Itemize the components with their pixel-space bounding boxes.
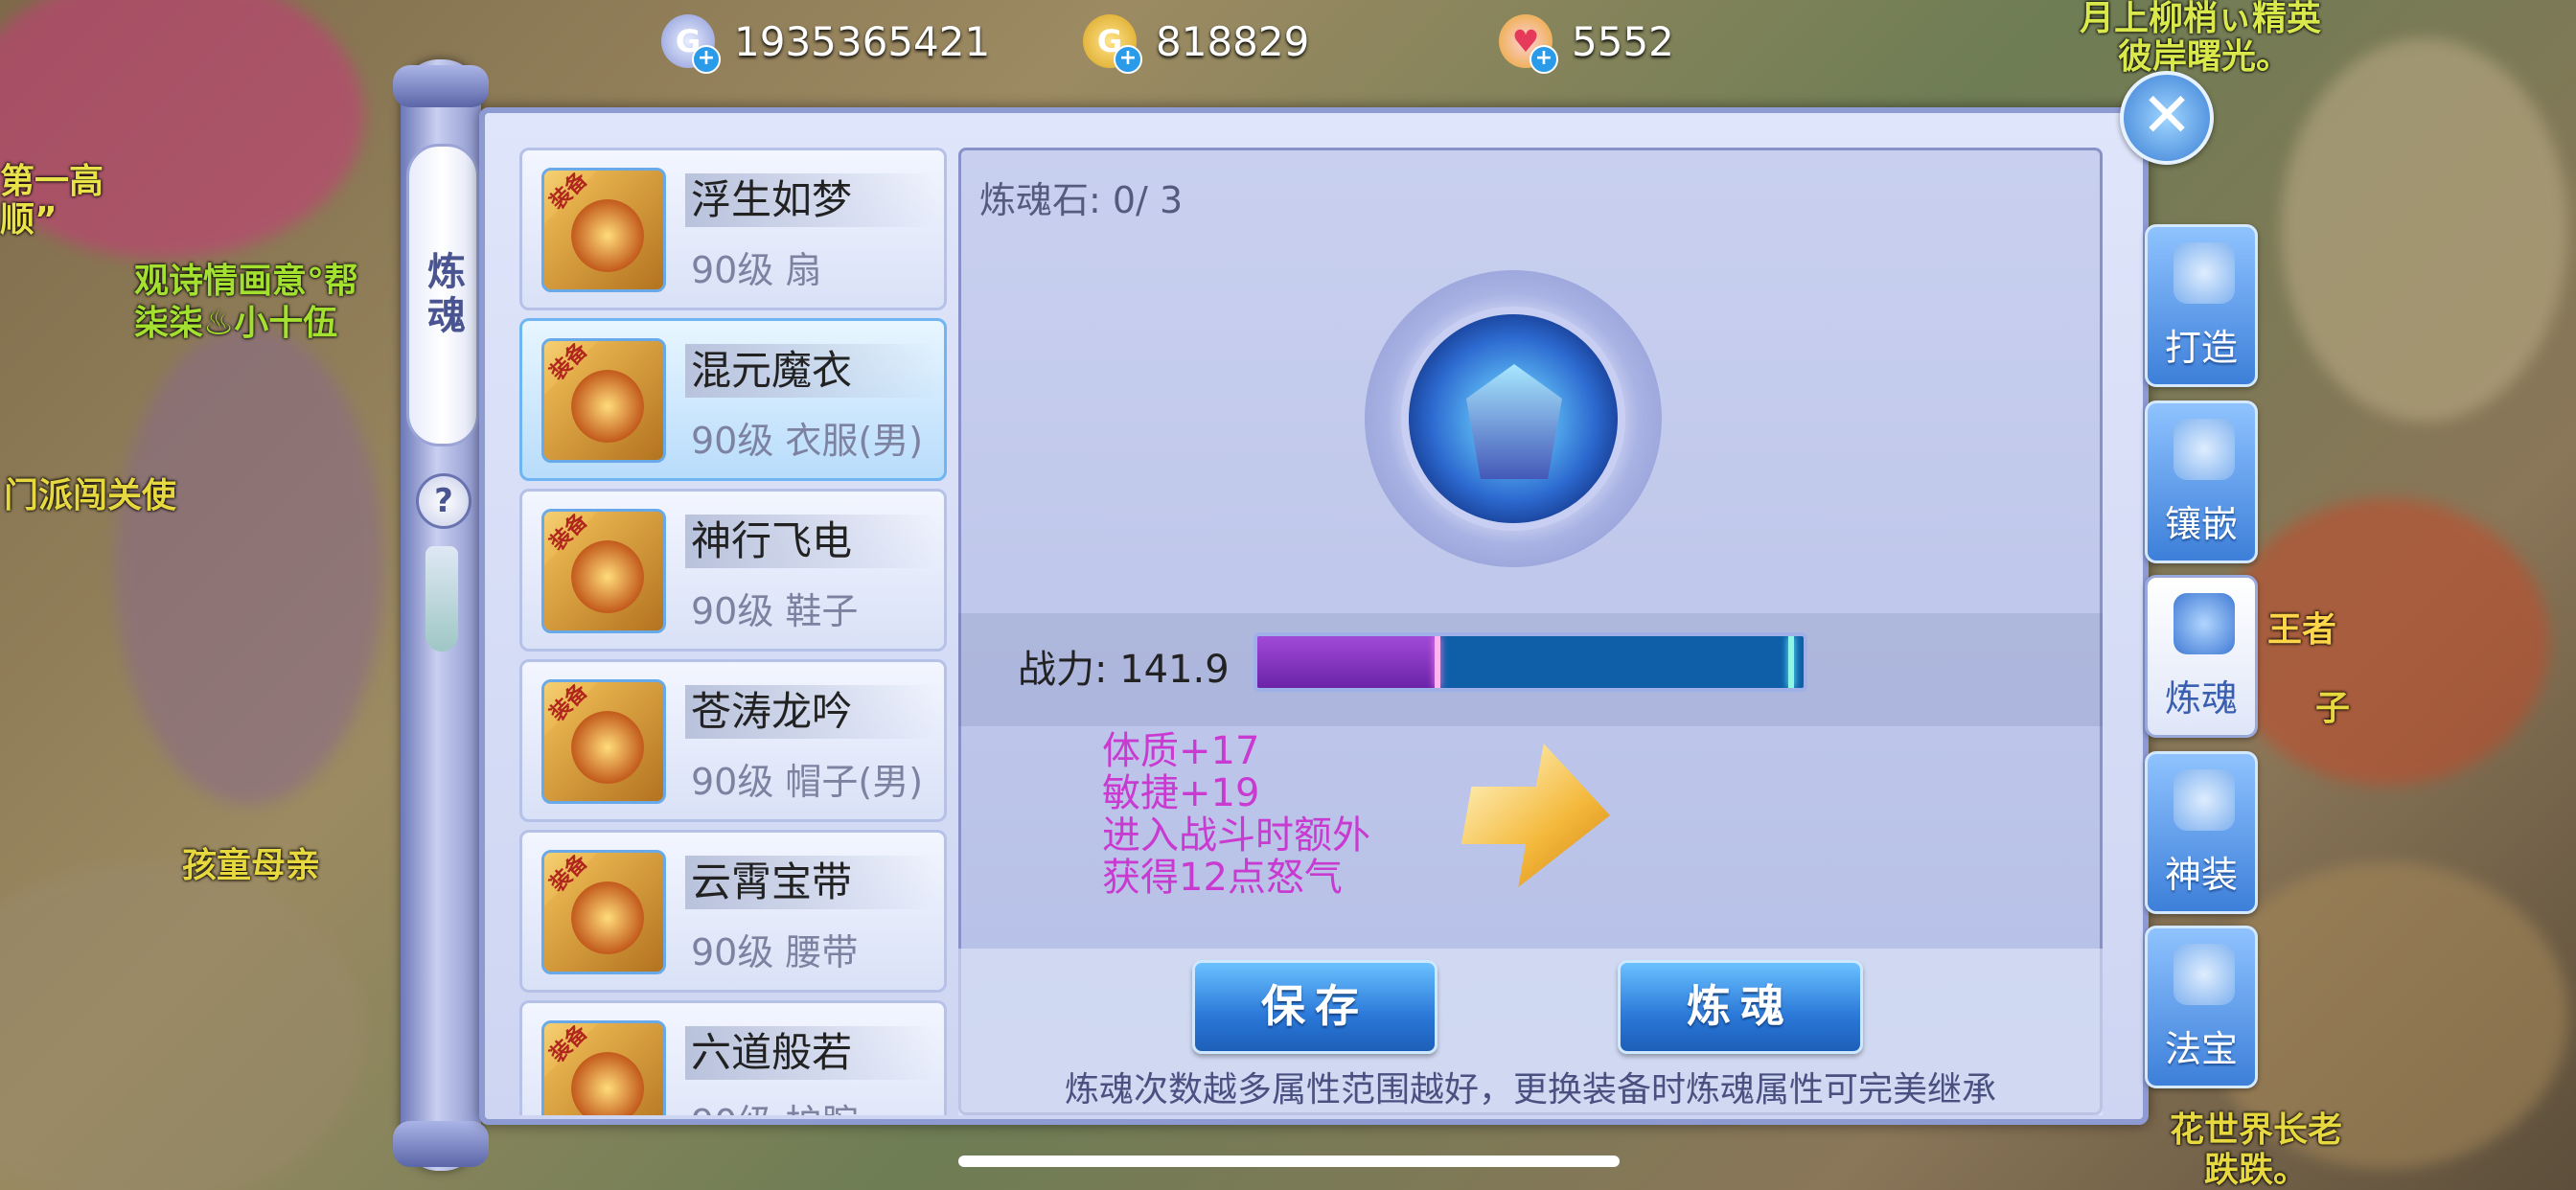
tab-inlay[interactable]: 镶嵌 — [2145, 400, 2258, 563]
fan-icon — [571, 199, 644, 272]
equipment-item-selected[interactable]: 装备 混元魔衣 90级 衣服(男) — [519, 318, 947, 481]
treasure-icon — [2174, 944, 2235, 1005]
side-tab-soul-refine[interactable]: 炼魂 — [406, 144, 479, 446]
add-currency-icon[interactable]: + — [1114, 45, 1142, 74]
power-label: 战力: 141.9 — [1018, 648, 1230, 692]
scroll-cap-top — [393, 65, 489, 107]
equipment-level: 90级 鞋子 — [691, 590, 859, 632]
tab-label: 法宝 — [2164, 1028, 2238, 1070]
npc-name-tag[interactable]: 孩童母亲 — [182, 837, 320, 887]
attribute-line: 体质+17 — [1102, 729, 1260, 773]
help-button[interactable]: ? — [416, 473, 472, 529]
tab-divine-gear[interactable]: 神装 — [2145, 751, 2258, 914]
save-button[interactable]: 保存 — [1192, 960, 1438, 1054]
bracer-icon — [571, 1052, 644, 1115]
npc-name-tag[interactable]: 彼岸曙光。 — [2118, 29, 2290, 79]
tab-treasure[interactable]: 法宝 — [2145, 926, 2258, 1088]
heart-coin-icon: ♥ + — [1499, 14, 1558, 74]
currency-value: 818829 — [1156, 17, 1310, 65]
npc-name-tag[interactable]: 柒柒♨小十伍 — [134, 295, 337, 345]
tab-soul-refine[interactable]: 炼魂 — [2145, 575, 2258, 738]
equipment-thumbnail: 装备 — [541, 168, 666, 292]
refine-tip-text: 炼魂次数越多属性范围越好，更换装备时炼魂属性可完美继承 — [1064, 1070, 1996, 1110]
npc-name-tag[interactable]: 跌跌。 — [2204, 1142, 2308, 1190]
equipment-list[interactable]: 装备 浮生如梦 90级 扇 装备 混元魔衣 90级 衣服(男) 装备 神行飞电 … — [519, 148, 947, 1115]
equipment-name: 浮生如梦 — [685, 173, 938, 227]
equipment-level: 90级 扇 — [691, 249, 822, 291]
attribute-list: 体质+17 敏捷+19 进入战斗时额外 获得12点怒气 — [1102, 730, 1466, 899]
equipment-level: 90级 衣服(男) — [691, 420, 924, 462]
equipment-thumbnail: 装备 — [541, 679, 666, 804]
power-progress-marker — [1435, 636, 1441, 688]
soul-stone-count: 炼魂石: 0/ 3 — [979, 179, 1184, 221]
attribute-line: 敏捷+19 — [1102, 771, 1260, 815]
tassel-decoration — [426, 546, 458, 652]
diamond-icon — [2174, 419, 2235, 480]
npc-name-tag[interactable]: 顺” — [0, 192, 58, 241]
equipment-name: 神行飞电 — [685, 515, 938, 568]
power-progress-end-marker — [1788, 636, 1794, 688]
scene-decoration — [115, 326, 383, 805]
forge-icon — [2174, 242, 2235, 304]
tab-label: 镶嵌 — [2164, 503, 2238, 545]
equipment-level: 90级 护腕 — [691, 1093, 858, 1115]
scene-decoration — [0, 862, 364, 1190]
belt-icon — [571, 881, 644, 954]
equipment-item[interactable]: 装备 神行飞电 90级 鞋子 — [519, 489, 947, 652]
currency-bar: G + 1935365421 G + 818829 ♥ + 5552 — [652, 0, 1744, 82]
close-button[interactable]: ✕ — [2120, 71, 2214, 165]
npc-name-tag[interactable]: 子 — [2315, 680, 2350, 730]
add-currency-icon[interactable]: + — [692, 45, 721, 74]
equipment-item[interactable]: 装备 苍涛龙吟 90级 帽子(男) — [519, 659, 947, 822]
npc-name-tag[interactable]: 王者 — [2267, 602, 2336, 652]
attribute-line: 获得12点怒气 — [1102, 856, 1343, 900]
refine-button[interactable]: 炼魂 — [1618, 960, 1863, 1054]
equipment-name: 六道般若 — [685, 1026, 938, 1080]
equipment-name: 混元魔衣 — [685, 344, 938, 398]
divine-gear-icon — [2174, 769, 2235, 831]
npc-name-tag[interactable]: 门派闯关使 — [4, 468, 176, 517]
attribute-line: 进入战斗时额外 — [1102, 813, 1370, 858]
equipment-thumbnail: 装备 — [541, 850, 666, 974]
scene-decoration — [2281, 38, 2568, 422]
currency-heart[interactable]: ♥ + 5552 — [1499, 10, 1674, 74]
equipment-level: 90级 帽子(男) — [691, 761, 924, 803]
tab-label: 炼魂 — [2164, 677, 2238, 720]
equipment-thumbnail: 装备 — [541, 338, 666, 463]
currency-gold[interactable]: G + 818829 — [1083, 10, 1310, 74]
equipment-thumbnail: 装备 — [541, 1020, 666, 1115]
soul-refine-icon — [2174, 593, 2235, 654]
add-currency-icon[interactable]: + — [1530, 45, 1558, 74]
tab-label: 打造 — [2164, 327, 2238, 369]
equipment-name: 云霄宝带 — [685, 856, 938, 909]
currency-value: 5552 — [1572, 17, 1674, 65]
equipment-item[interactable]: 装备 云霄宝带 90级 腰带 — [519, 830, 947, 993]
armor-icon — [571, 370, 644, 443]
tab-forge[interactable]: 打造 — [2145, 224, 2258, 387]
equipment-thumbnail: 装备 — [541, 509, 666, 633]
currency-silver[interactable]: G + 1935365421 — [661, 10, 991, 74]
equipment-item[interactable]: 装备 六道般若 90级 护腕 — [519, 1000, 947, 1115]
equipment-item[interactable]: 装备 浮生如梦 90级 扇 — [519, 148, 947, 310]
home-indicator[interactable] — [958, 1156, 1620, 1167]
silver-g-coin-icon: G + — [661, 14, 721, 74]
helmet-icon — [571, 711, 644, 784]
currency-value: 1935365421 — [734, 17, 991, 65]
power-progress-bar — [1254, 632, 1807, 692]
equipment-level: 90级 腰带 — [691, 931, 859, 973]
power-progress-fill — [1257, 636, 1438, 688]
scroll-cap-bottom — [393, 1121, 489, 1167]
equipment-name: 苍涛龙吟 — [685, 685, 938, 739]
side-tab-label: 炼魂 — [421, 251, 465, 339]
tab-label: 神装 — [2164, 854, 2238, 896]
boots-icon — [571, 540, 644, 613]
gold-g-coin-icon: G + — [1083, 14, 1142, 74]
